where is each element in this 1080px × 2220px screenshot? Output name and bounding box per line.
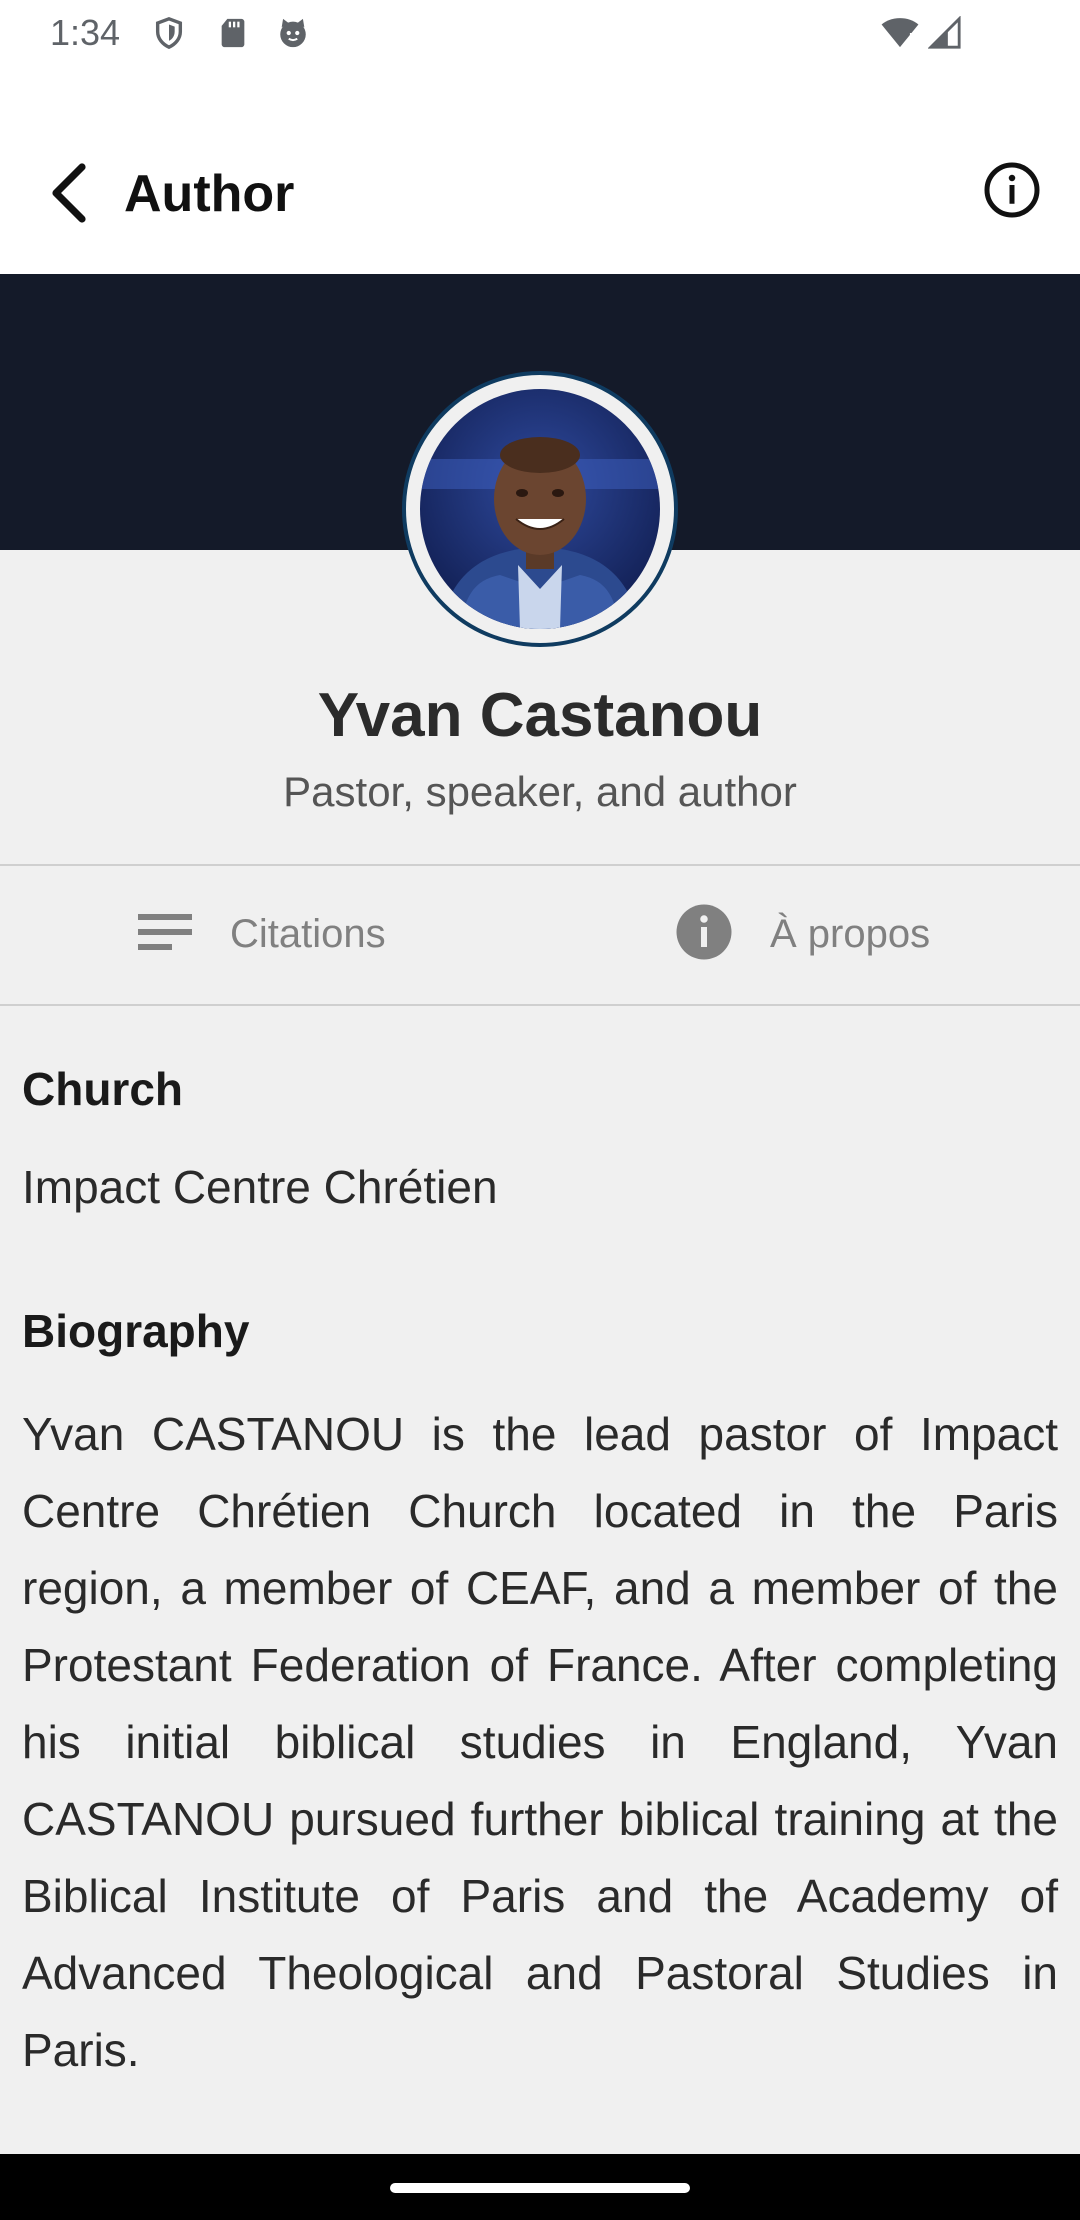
chevron-left-icon xyxy=(46,162,90,228)
cat-face-icon xyxy=(276,16,310,50)
page-title: Author xyxy=(124,165,295,223)
author-subtitle: Pastor, speaker, and author xyxy=(283,768,797,815)
status-time: 1:34 xyxy=(50,12,121,53)
biography-text: Yvan CASTANOU is the lead pastor of Impa… xyxy=(22,1408,1058,2076)
back-button[interactable] xyxy=(36,154,100,236)
tab-citations[interactable]: Citations xyxy=(138,866,386,1002)
church-heading: Church xyxy=(22,1063,183,1115)
author-name: Yvan Castanou xyxy=(317,681,763,750)
wifi-icon xyxy=(880,16,920,50)
biography-heading: Biography xyxy=(22,1305,250,1357)
signal-icon xyxy=(927,15,962,50)
home-gesture-handle[interactable] xyxy=(390,2183,690,2193)
divider xyxy=(0,1004,1080,1006)
status-bar: 1:34 xyxy=(0,0,1080,66)
sd-card-icon xyxy=(216,16,250,50)
avatar xyxy=(420,389,660,629)
church-value: Impact Centre Chrétien xyxy=(22,1161,498,1213)
list-lines-icon xyxy=(138,912,192,957)
info-filled-icon xyxy=(674,902,734,967)
info-button[interactable] xyxy=(976,156,1048,228)
tab-about-label: À propos xyxy=(770,911,931,956)
tab-citations-label: Citations xyxy=(230,911,386,956)
shield-icon xyxy=(152,16,186,50)
info-outline-icon xyxy=(982,160,1042,225)
tab-about[interactable]: À propos xyxy=(674,866,930,1002)
